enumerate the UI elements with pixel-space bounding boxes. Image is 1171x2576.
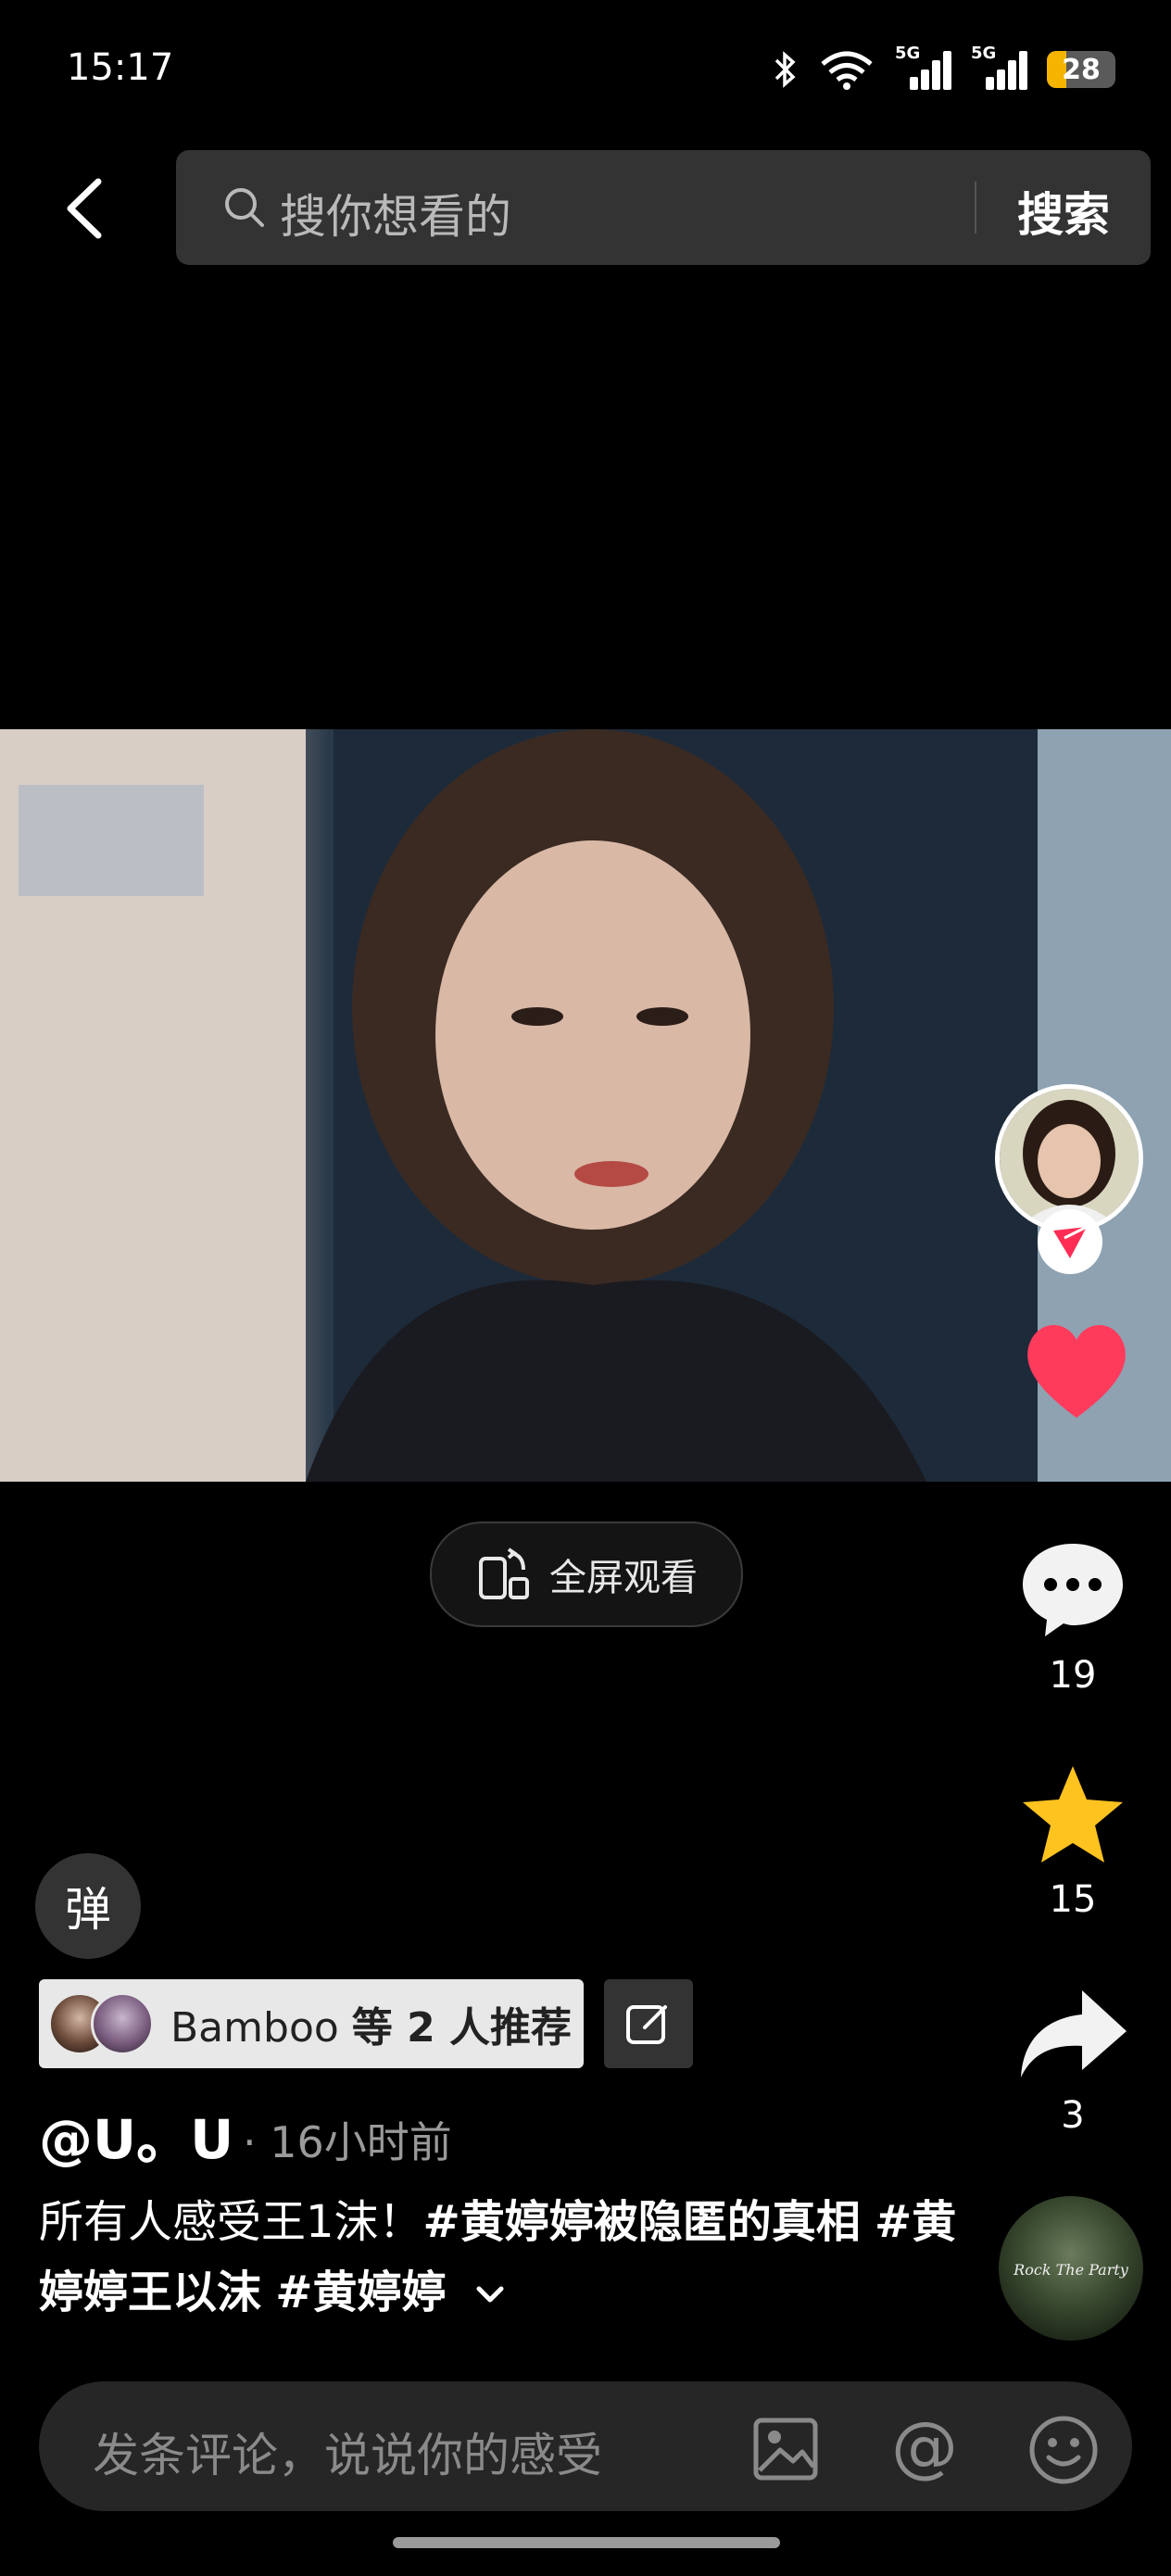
recommend-chip[interactable]: Bamboo 等 2 人推荐 xyxy=(39,1979,584,2068)
chevron-down-icon[interactable] xyxy=(473,2281,507,2309)
status-time: 15:17 xyxy=(67,46,174,89)
share-count: 3 xyxy=(1061,2094,1085,2137)
mention-at-icon[interactable]: @ xyxy=(888,2409,962,2483)
image-icon[interactable] xyxy=(752,2415,821,2483)
danmaku-toggle[interactable]: 弹 xyxy=(35,1853,141,1959)
search-divider xyxy=(975,182,976,234)
follow-button[interactable] xyxy=(1038,1209,1102,1274)
comment-bubble-icon xyxy=(1023,1544,1123,1636)
author-name[interactable]: @U。U xyxy=(39,2096,233,2174)
paper-plane-icon xyxy=(1053,1225,1088,1258)
status-icons: 5G 5G 28 xyxy=(773,44,1115,95)
comment-count: 19 xyxy=(1049,1654,1097,1697)
comment-input[interactable]: 发条评论，说说你的感受 xyxy=(93,2418,602,2485)
post-caption: 所有人感受王1沫！#黄婷婷被隐匿的真相 #黄婷婷王以沫 #黄婷婷 xyxy=(39,2187,965,2328)
chevron-left-icon xyxy=(67,178,102,239)
search-button[interactable]: 搜索 xyxy=(1017,178,1110,245)
star-icon xyxy=(1023,1766,1123,1863)
battery-icon: 28 xyxy=(1047,51,1115,88)
comment-bar: 发条评论，说说你的感受 @ xyxy=(39,2381,1132,2511)
comment-button[interactable] xyxy=(1017,1538,1128,1640)
wifi-icon xyxy=(821,51,873,90)
network-label: 5G xyxy=(971,44,997,63)
fullscreen-label: 全屏观看 xyxy=(549,1557,698,1599)
home-indicator[interactable] xyxy=(393,2537,780,2548)
battery-level: 28 xyxy=(1062,53,1101,86)
music-disc-text: Rock The Party xyxy=(1014,2261,1128,2279)
caption-text: 所有人感受王1沫！ xyxy=(39,2196,423,2248)
signal-icon: 5G xyxy=(895,44,951,90)
search-bar[interactable]: 搜你想看的 搜索 xyxy=(176,150,1151,265)
favorite-button[interactable] xyxy=(1017,1761,1128,1872)
network-label: 5G xyxy=(895,44,921,63)
recommend-user: Bamboo xyxy=(170,2004,339,2052)
video-frame-image xyxy=(0,729,1171,1482)
search-input[interactable]: 搜你想看的 xyxy=(280,180,511,246)
edit-icon xyxy=(626,2005,667,2044)
recommender-avatar xyxy=(91,1992,154,2055)
edit-button[interactable] xyxy=(604,1979,693,2068)
back-button[interactable] xyxy=(56,171,111,246)
hashtag[interactable]: #黄婷婷被隐匿的真相 xyxy=(423,2196,861,2248)
rotate-screen-icon xyxy=(479,1547,529,1599)
heart-icon xyxy=(1027,1324,1126,1418)
search-icon xyxy=(225,188,264,227)
recommend-text: Bamboo 等 2 人推荐 xyxy=(170,1994,572,2053)
video-player[interactable] xyxy=(0,729,1171,1482)
share-arrow-icon xyxy=(1021,1990,1127,2077)
music-disc[interactable]: Rock The Party xyxy=(999,2196,1143,2341)
like-button[interactable] xyxy=(1019,1314,1134,1425)
avatar-image xyxy=(1000,1089,1139,1228)
post-time: · 16小时前 xyxy=(243,2117,452,2167)
hashtag[interactable]: #黄婷婷 xyxy=(275,2267,446,2318)
favorite-count: 15 xyxy=(1049,1878,1097,1921)
recommend-suffix: 等 2 人推荐 xyxy=(351,2004,573,2052)
signal-icon: 5G xyxy=(971,44,1027,90)
fullscreen-button[interactable]: 全屏观看 xyxy=(430,1522,743,1627)
bluetooth-icon xyxy=(774,51,796,88)
share-button[interactable] xyxy=(1015,1985,1130,2087)
emoji-icon[interactable] xyxy=(1026,2413,1101,2487)
